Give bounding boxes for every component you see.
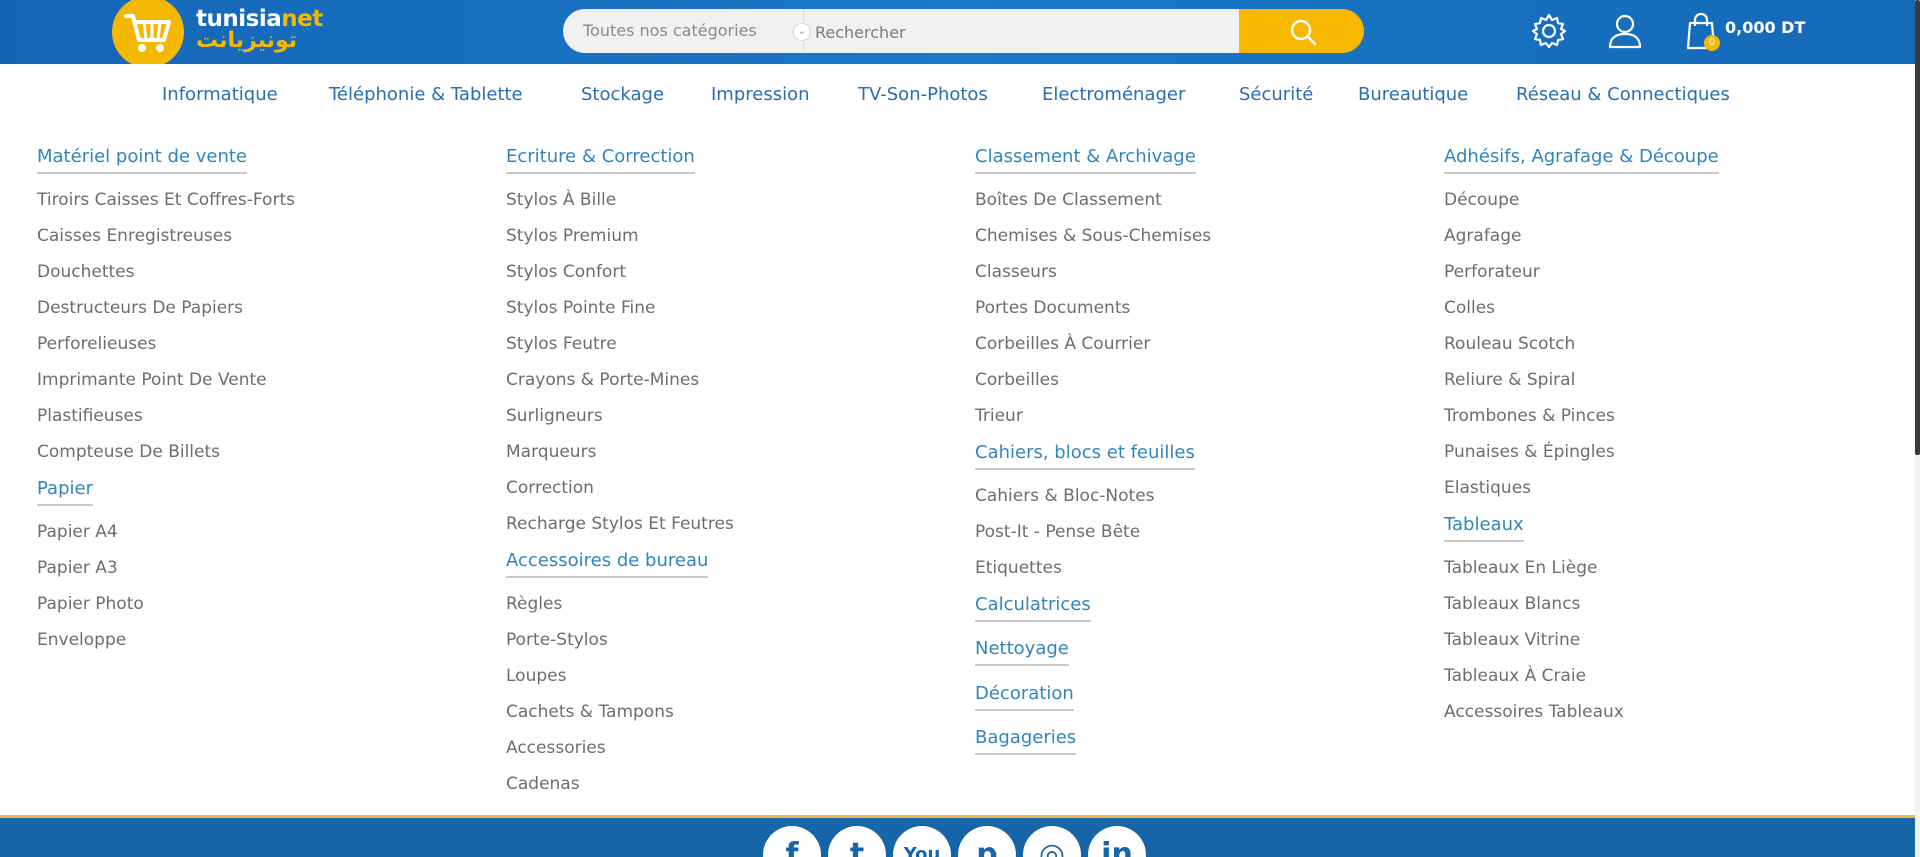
linkedin-icon[interactable]: in	[1088, 826, 1146, 857]
subcategory-link[interactable]: Portes Documents	[975, 298, 1130, 318]
category-title[interactable]: Bagageries	[975, 727, 1077, 755]
search-button[interactable]	[1239, 9, 1364, 53]
subcategory-link[interactable]: Loupes	[506, 666, 566, 686]
subcategory-link[interactable]: Trombones & Pinces	[1444, 406, 1615, 426]
twitter-icon[interactable]: t	[828, 826, 886, 857]
subcategory-link[interactable]: Trieur	[975, 406, 1023, 426]
nav-item-stockage[interactable]: Stockage	[581, 84, 664, 105]
subcategory-link[interactable]: Tiroirs Caisses Et Coffres-Forts	[37, 190, 295, 210]
subcategory-link[interactable]: Papier A4	[37, 522, 118, 542]
subcategory-link[interactable]: Rouleau Scotch	[1444, 334, 1575, 354]
subcategory-link[interactable]: Papier Photo	[37, 594, 144, 614]
cart-logo-icon	[112, 0, 184, 68]
subcategory-link[interactable]: Accessoires Tableaux	[1444, 702, 1624, 722]
subcategory-link[interactable]: Compteuse De Billets	[37, 442, 220, 462]
nav-item-impression[interactable]: Impression	[711, 84, 810, 105]
subcategory-link[interactable]: Enveloppe	[37, 630, 126, 650]
category-title[interactable]: Papier	[37, 478, 93, 506]
subcategory-link[interactable]: Colles	[1444, 298, 1495, 318]
subcategory-link[interactable]: Elastiques	[1444, 478, 1531, 498]
nav-item-reseau[interactable]: Réseau & Connectiques	[1516, 84, 1730, 105]
subcategory-link[interactable]: Crayons & Porte-Mines	[506, 370, 699, 390]
subcategory-link[interactable]: Douchettes	[37, 262, 135, 282]
subcategory-link[interactable]: Porte-Stylos	[506, 630, 608, 650]
subcategory-link[interactable]: Stylos Pointe Fine	[506, 298, 655, 318]
subcategory-link[interactable]: Agrafage	[1444, 226, 1521, 246]
category-title[interactable]: Accessoires de bureau	[506, 550, 709, 578]
subcategory-link[interactable]: Reliure & Spiral	[1444, 370, 1575, 390]
category-title[interactable]: Décoration	[975, 683, 1074, 711]
subcategory-link[interactable]: Marqueurs	[506, 442, 596, 462]
pinterest-icon[interactable]: p	[958, 826, 1016, 857]
subcategory-link[interactable]: Règles	[506, 594, 562, 614]
subcategory-link[interactable]: Tableaux En Liège	[1444, 558, 1597, 578]
subcategory-link[interactable]: Surligneurs	[506, 406, 603, 426]
subcategory-link[interactable]: Classeurs	[975, 262, 1057, 282]
category-title[interactable]: Ecriture & Correction	[506, 146, 695, 174]
category-title[interactable]: Nettoyage	[975, 638, 1069, 666]
nav-item-tv-son-photos[interactable]: TV-Son-Photos	[858, 84, 988, 105]
main-nav: Informatique Téléphonie & Tablette Stock…	[0, 64, 1915, 127]
instagram-icon[interactable]: ◎	[1023, 826, 1081, 857]
nav-item-securite[interactable]: Sécurité	[1239, 84, 1313, 105]
subcategory-link[interactable]: Accessories	[506, 738, 606, 758]
subcategory-link[interactable]: Etiquettes	[975, 558, 1062, 578]
top-header: tunisianet تونيزيانت Toutes nos catégori…	[0, 0, 1915, 68]
subcategory-link[interactable]: Stylos Feutre	[506, 334, 617, 354]
user-icon[interactable]	[1606, 12, 1644, 50]
subcategory-link[interactable]: Post-It - Pense Bête	[975, 522, 1140, 542]
category-title[interactable]: Classement & Archivage	[975, 146, 1196, 174]
subcategory-link[interactable]: Stylos À Bille	[506, 190, 616, 210]
subcategory-link[interactable]: Perforateur	[1444, 262, 1540, 282]
nav-item-informatique[interactable]: Informatique	[162, 84, 278, 105]
subcategory-link[interactable]: Cachets & Tampons	[506, 702, 674, 722]
subcategory-link[interactable]: Cadenas	[506, 774, 580, 794]
category-select[interactable]: Toutes nos catégories	[563, 9, 803, 53]
scrollbar-thumb[interactable]	[1915, 0, 1920, 455]
nav-item-telephonie[interactable]: Téléphonie & Tablette	[329, 84, 523, 105]
category-title[interactable]: Calculatrices	[975, 594, 1091, 622]
subcategory-link[interactable]: Papier A3	[37, 558, 118, 578]
subcategory-link[interactable]: Perforelieuses	[37, 334, 156, 354]
nav-item-bureautique[interactable]: Bureautique	[1358, 84, 1468, 105]
subcategory-link[interactable]: Correction	[506, 478, 594, 498]
subcategory-link[interactable]: Corbeilles À Courrier	[975, 334, 1150, 354]
subcategory-link[interactable]: Cahiers & Bloc-Notes	[975, 486, 1155, 506]
subcategory-link[interactable]: Corbeilles	[975, 370, 1059, 390]
subcategory-link[interactable]: Découpe	[1444, 190, 1519, 210]
category-title[interactable]: Matériel point de vente	[37, 146, 248, 174]
cart-count-badge: 0	[1704, 35, 1720, 51]
chevron-down-icon[interactable]: ⌄	[793, 23, 811, 41]
cart-amount[interactable]: 0,000 DT	[1725, 18, 1805, 37]
subcategory-link[interactable]: Imprimante Point De Vente	[37, 370, 267, 390]
category-title[interactable]: Tableaux	[1444, 514, 1524, 542]
subcategory-link[interactable]: Tableaux Vitrine	[1444, 630, 1580, 650]
subcategory-link[interactable]: Destructeurs De Papiers	[37, 298, 243, 318]
mega-menu: Matériel point de vente Tiroirs Caisses …	[0, 126, 1915, 816]
page-scrollbar[interactable]	[1915, 0, 1920, 857]
subcategory-link[interactable]: Plastifieuses	[37, 406, 143, 426]
subcategory-link[interactable]: Chemises & Sous-Chemises	[975, 226, 1211, 246]
subcategory-link[interactable]: Recharge Stylos Et Feutres	[506, 514, 734, 534]
subcategory-link[interactable]: Tableaux Blancs	[1444, 594, 1580, 614]
subcategory-link[interactable]: Boîtes De Classement	[975, 190, 1162, 210]
footer: f t You p ◎ in	[0, 818, 1915, 857]
category-title[interactable]: Cahiers, blocs et feuilles	[975, 442, 1195, 470]
subcategory-link[interactable]: Tableaux À Craie	[1444, 666, 1586, 686]
category-title[interactable]: Adhésifs, Agrafage & Découpe	[1444, 146, 1719, 174]
subcategory-link[interactable]: Stylos Premium	[506, 226, 639, 246]
facebook-icon[interactable]: f	[763, 826, 821, 857]
settings-gear-icon[interactable]	[1530, 12, 1568, 50]
subcategory-link[interactable]: Stylos Confort	[506, 262, 626, 282]
subcategory-link[interactable]: Caisses Enregistreuses	[37, 226, 232, 246]
youtube-icon[interactable]: You	[893, 826, 951, 857]
subcategory-link[interactable]: Punaises & Épingles	[1444, 442, 1615, 462]
search-icon	[1290, 19, 1317, 46]
logo-arabic: تونيزيانت	[196, 28, 298, 53]
nav-item-electromenager[interactable]: Electroménager	[1042, 84, 1185, 105]
search-input[interactable]	[815, 9, 1287, 53]
